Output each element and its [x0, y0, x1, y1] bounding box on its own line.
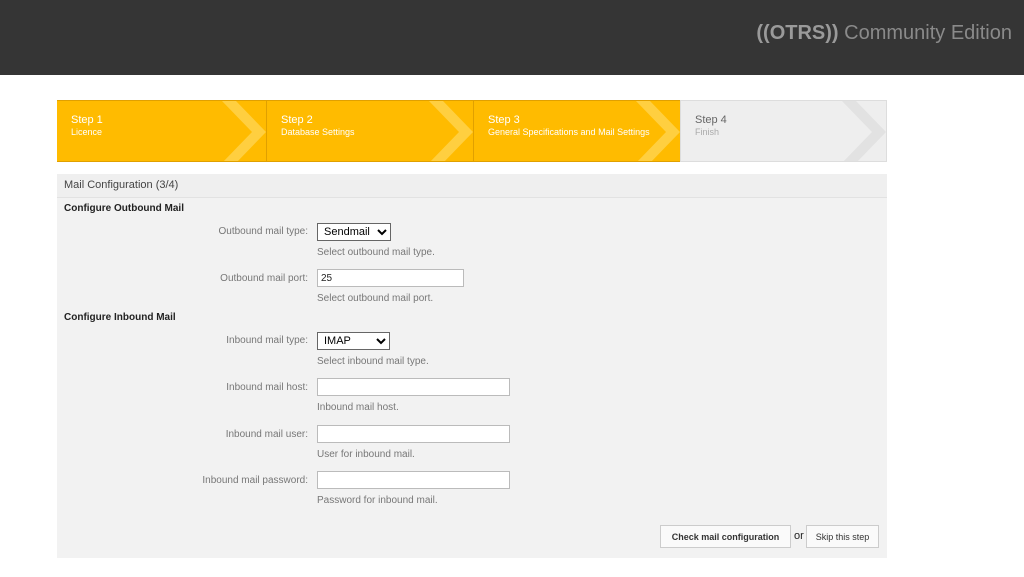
- skip-step-button[interactable]: Skip this step: [806, 525, 879, 548]
- logo-brand: ((OTRS)): [756, 22, 839, 44]
- outbound-port-label: Outbound mail port:: [220, 273, 308, 284]
- step-3-title: Step 3: [488, 114, 520, 126]
- outbound-mail-port-input[interactable]: [317, 269, 464, 287]
- step-2-subtitle: Database Settings: [281, 127, 355, 137]
- check-mail-configuration-button[interactable]: Check mail configuration: [660, 525, 791, 548]
- inbound-mail-host-input[interactable]: [317, 378, 510, 396]
- inbound-host-field: [317, 378, 510, 396]
- installer-steps: Step 1 Licence Step 2 Database Settings …: [57, 100, 887, 162]
- inbound-password-field: [317, 471, 510, 489]
- or-separator: or: [794, 530, 804, 542]
- step-3: Step 3 General Specifications and Mail S…: [473, 100, 680, 162]
- step-2: Step 2 Database Settings: [266, 100, 473, 162]
- step-1-title: Step 1: [71, 114, 103, 126]
- logo-edition: Community Edition: [838, 22, 1012, 44]
- inbound-mail-user-input[interactable]: [317, 425, 510, 443]
- panel-title: Mail Configuration (3/4): [57, 174, 887, 198]
- top-header: ((OTRS)) Community Edition: [0, 0, 1024, 75]
- step-3-subtitle: General Specifications and Mail Settings: [488, 127, 650, 137]
- inbound-mail-password-input[interactable]: [317, 471, 510, 489]
- step-4-subtitle: Finish: [695, 127, 720, 137]
- inbound-type-label: Inbound mail type:: [226, 335, 308, 346]
- inbound-user-field: [317, 425, 510, 443]
- inbound-user-hint: User for inbound mail.: [317, 449, 415, 460]
- inbound-host-hint: Inbound mail host.: [317, 402, 399, 413]
- inbound-type-field: IMAP: [317, 332, 390, 350]
- step-1-subtitle: Licence: [71, 127, 103, 137]
- outbound-type-field: Sendmail: [317, 223, 391, 241]
- inbound-type-hint: Select inbound mail type.: [317, 356, 429, 367]
- outbound-port-field: [317, 269, 464, 287]
- mail-configuration-panel: Mail Configuration (3/4) Configure Outbo…: [57, 174, 887, 558]
- outbound-type-label: Outbound mail type:: [218, 226, 309, 237]
- outbound-port-hint: Select outbound mail port.: [317, 293, 434, 304]
- outbound-mail-type-select[interactable]: Sendmail: [317, 223, 391, 241]
- step-4-title: Step 4: [695, 114, 727, 126]
- inbound-user-label: Inbound mail user:: [225, 429, 308, 440]
- inbound-host-label: Inbound mail host:: [226, 382, 308, 393]
- step-1: Step 1 Licence: [57, 100, 266, 162]
- step-4: Step 4 Finish: [680, 100, 887, 162]
- inbound-password-label: Inbound mail password:: [202, 475, 308, 486]
- step-2-title: Step 2: [281, 114, 313, 126]
- outbound-type-hint: Select outbound mail type.: [317, 247, 435, 258]
- inbound-section-title: Configure Inbound Mail: [64, 312, 176, 323]
- inbound-password-hint: Password for inbound mail.: [317, 495, 438, 506]
- outbound-section-title: Configure Outbound Mail: [64, 203, 184, 214]
- otrs-logo: ((OTRS)) Community Edition: [756, 22, 1012, 45]
- inbound-mail-type-select[interactable]: IMAP: [317, 332, 390, 350]
